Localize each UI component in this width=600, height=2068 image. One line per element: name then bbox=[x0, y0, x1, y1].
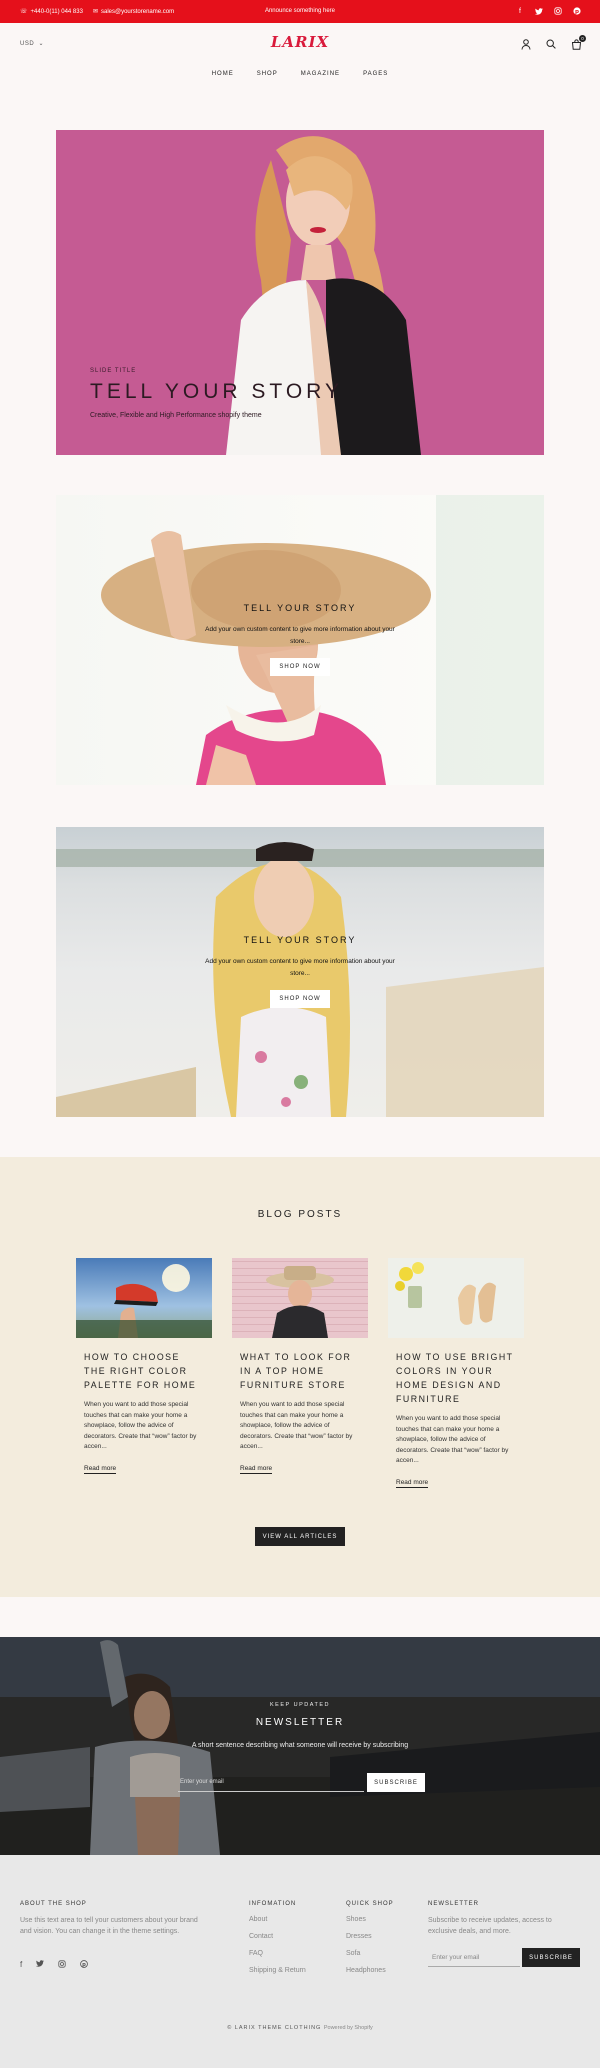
blog-post-image-shoes[interactable] bbox=[388, 1258, 524, 1338]
footer-social-links: f p bbox=[20, 1960, 89, 1969]
twitter-icon[interactable] bbox=[36, 1960, 45, 1969]
newsletter-section: KEEP UPDATED NEWSLETTER A short sentence… bbox=[0, 1637, 600, 1855]
main-nav: HOME SHOP MAGAZINE PAGES bbox=[0, 71, 600, 77]
blog-post-card: HOW TO USE BRIGHT COLORS IN YOUR HOME DE… bbox=[388, 1258, 524, 1489]
footer-newsletter-heading: NEWSLETTER bbox=[428, 1901, 480, 1907]
footer-link-dresses[interactable]: Dresses bbox=[346, 1933, 394, 1941]
footer-information-column: INFOMATION About Contact FAQ Shipping & … bbox=[249, 1901, 306, 1975]
footer-quick-shop-heading: QUICK SHOP bbox=[346, 1901, 394, 1907]
footer-link-faq[interactable]: FAQ bbox=[249, 1950, 306, 1958]
block-1-title: TELL YOUR STORY bbox=[243, 603, 357, 613]
nav-item-shop[interactable]: SHOP bbox=[257, 71, 278, 77]
blog-post-image-hat[interactable] bbox=[232, 1258, 368, 1338]
footer-newsletter-text: Subscribe to receive updates, access to … bbox=[428, 1917, 552, 1935]
blog-post-excerpt: When you want to add those special touch… bbox=[396, 1415, 509, 1464]
hero-model-image bbox=[226, 136, 421, 455]
top-social-links: f p bbox=[515, 6, 582, 16]
hero-title: TELL YOUR STORY bbox=[90, 380, 343, 403]
footer-link-shipping[interactable]: Shipping & Return bbox=[249, 1967, 306, 1975]
hero-eyebrow: SLIDE TITLE bbox=[90, 368, 137, 374]
blog-heading: BLOG POSTS bbox=[257, 1209, 343, 1220]
footer-quick-shop-column: QUICK SHOP Shoes Dresses Sofa Headphones bbox=[346, 1901, 394, 1975]
blog-post-excerpt: When you want to add those special touch… bbox=[84, 1401, 197, 1450]
cart-count-badge: 0 bbox=[579, 35, 586, 42]
block-2-title: TELL YOUR STORY bbox=[243, 935, 357, 945]
svg-text:p: p bbox=[575, 9, 579, 15]
copyright: © LARIX THEME CLOTHING Powered by Shopif… bbox=[0, 2025, 600, 2031]
hero-slideshow[interactable]: SLIDE TITLE TELL YOUR STORY Creative, Fl… bbox=[56, 130, 544, 455]
facebook-icon[interactable]: f bbox=[20, 1960, 22, 1969]
newsletter-subscribe-button[interactable]: SUBSCRIBE bbox=[367, 1773, 425, 1792]
newsletter-eyebrow: KEEP UPDATED bbox=[270, 1702, 330, 1708]
newsletter-title: NEWSLETTER bbox=[255, 1717, 345, 1728]
account-icon[interactable] bbox=[520, 38, 532, 50]
twitter-icon[interactable] bbox=[534, 6, 544, 16]
hero-subtitle: Creative, Flexible and High Performance … bbox=[90, 412, 262, 419]
view-all-articles-button[interactable]: VIEW ALL ARTICLES bbox=[255, 1527, 345, 1546]
blog-post-title[interactable]: HOW TO CHOOSE THE RIGHT COLOR PALETTE FO… bbox=[84, 1350, 204, 1392]
image-with-text-block-1: TELL YOUR STORY Add your own custom cont… bbox=[56, 495, 544, 785]
instagram-icon[interactable] bbox=[58, 1960, 66, 1969]
blog-post-card: HOW TO CHOOSE THE RIGHT COLOR PALETTE FO… bbox=[76, 1258, 212, 1475]
footer-link-contact[interactable]: Contact bbox=[249, 1933, 306, 1941]
header-icons: 0 bbox=[520, 35, 586, 50]
powered-by-link[interactable]: Powered by Shopify bbox=[324, 2025, 373, 2031]
footer-link-headphones[interactable]: Headphones bbox=[346, 1967, 394, 1975]
announcement-text: Announce something here bbox=[264, 8, 336, 14]
footer-information-heading: INFOMATION bbox=[249, 1901, 297, 1907]
nav-item-home[interactable]: HOME bbox=[212, 71, 234, 77]
pinterest-icon[interactable]: p bbox=[572, 6, 582, 16]
site-logo[interactable]: LARIX bbox=[0, 33, 600, 51]
newsletter-description: A short sentence describing what someone… bbox=[191, 1742, 409, 1749]
facebook-icon[interactable]: f bbox=[515, 6, 525, 16]
instagram-icon[interactable] bbox=[553, 6, 563, 16]
footer-link-sofa[interactable]: Sofa bbox=[346, 1950, 394, 1958]
blog-post-title[interactable]: HOW TO USE BRIGHT COLORS IN YOUR HOME DE… bbox=[396, 1350, 516, 1406]
cart-icon[interactable]: 0 bbox=[570, 35, 586, 50]
footer-newsletter-column: NEWSLETTER Subscribe to receive updates,… bbox=[428, 1901, 580, 1937]
pinterest-icon[interactable]: p bbox=[80, 1960, 89, 1969]
block-1-shop-now-button[interactable]: SHOP NOW bbox=[270, 658, 330, 676]
read-more-link[interactable]: Read more bbox=[396, 1479, 429, 1488]
newsletter-email-input[interactable]: Enter your email bbox=[178, 1773, 364, 1792]
blog-post-excerpt: When you want to add those special touch… bbox=[240, 1401, 353, 1450]
footer-link-shoes[interactable]: Shoes bbox=[346, 1916, 394, 1924]
announcement-bar: ☏ +440-0(11) 044 833 ✉ sales@yourstorena… bbox=[0, 0, 600, 23]
blog-posts-section: BLOG POSTS HOW TO CHOOSE THE RIGHT COLOR… bbox=[0, 1157, 600, 1597]
block-2-description: Add your own custom content to give more… bbox=[205, 958, 395, 977]
nav-item-magazine[interactable]: MAGAZINE bbox=[301, 71, 340, 77]
footer-subscribe-button[interactable]: SUBSCRIBE bbox=[522, 1948, 580, 1967]
blog-post-title[interactable]: WHAT TO LOOK FOR IN A TOP HOME FURNITURE… bbox=[240, 1350, 360, 1392]
image-with-text-block-2: TELL YOUR STORY Add your own custom cont… bbox=[56, 827, 544, 1117]
footer: ABOUT THE SHOP Use this text area to tel… bbox=[0, 1855, 600, 2068]
footer-email-input[interactable]: Enter your email bbox=[428, 1948, 520, 1967]
footer-about-column: ABOUT THE SHOP Use this text area to tel… bbox=[20, 1901, 202, 1937]
copyright-text: © LARIX THEME CLOTHING bbox=[227, 2025, 322, 2031]
block-2-shop-now-button[interactable]: SHOP NOW bbox=[270, 990, 330, 1008]
read-more-link[interactable]: Read more bbox=[240, 1465, 273, 1474]
block-1-description: Add your own custom content to give more… bbox=[205, 626, 395, 645]
footer-link-about[interactable]: About bbox=[249, 1916, 306, 1924]
read-more-link[interactable]: Read more bbox=[84, 1465, 117, 1474]
footer-about-heading: ABOUT THE SHOP bbox=[20, 1901, 87, 1907]
nav-item-pages[interactable]: PAGES bbox=[363, 71, 388, 77]
blog-post-card: WHAT TO LOOK FOR IN A TOP HOME FURNITURE… bbox=[232, 1258, 368, 1475]
svg-text:p: p bbox=[82, 1962, 86, 1968]
footer-about-text: Use this text area to tell your customer… bbox=[20, 1917, 198, 1935]
blog-post-image-sneaker[interactable] bbox=[76, 1258, 212, 1338]
search-icon[interactable] bbox=[545, 38, 557, 50]
